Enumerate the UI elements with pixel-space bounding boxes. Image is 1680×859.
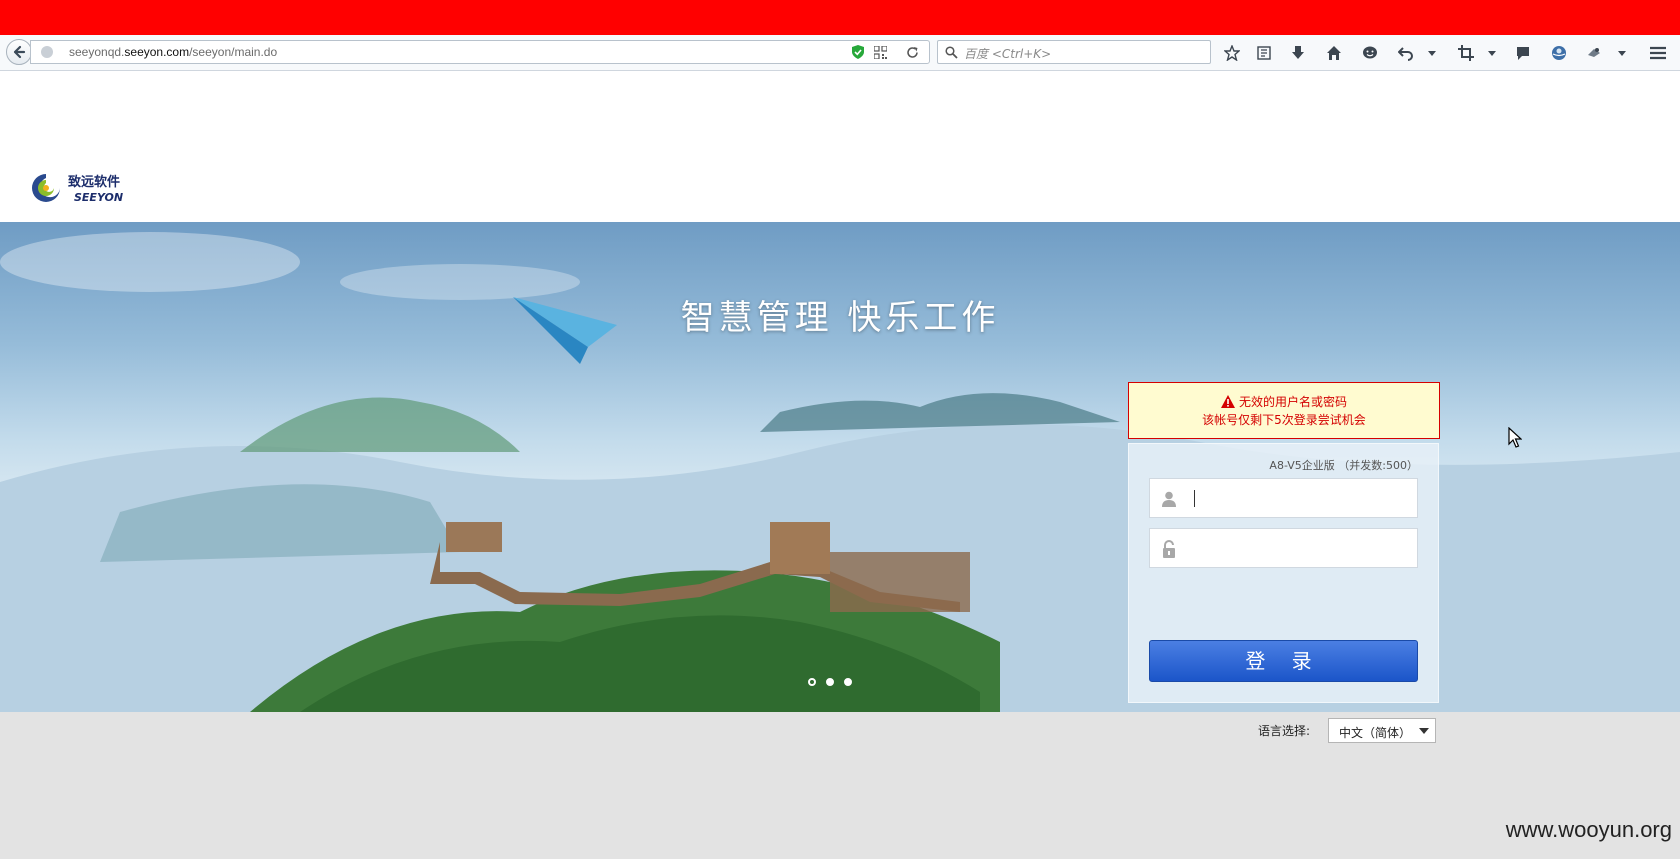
crop-screenshot-icon[interactable] xyxy=(1456,43,1476,63)
chat-smiley-icon[interactable] xyxy=(1360,43,1380,63)
username-field[interactable] xyxy=(1149,478,1418,518)
user-icon xyxy=(1160,489,1178,509)
home-icon[interactable] xyxy=(1324,43,1344,63)
crop-dropdown-icon[interactable] xyxy=(1487,43,1497,63)
url-prefix: seeyonqd. xyxy=(69,45,125,59)
svg-text:致远软件: 致远软件 xyxy=(68,174,120,190)
site-identity-icon[interactable] xyxy=(41,46,53,58)
carousel-dot-3[interactable] xyxy=(844,678,852,686)
menu-icon[interactable] xyxy=(1648,43,1668,63)
extension-icon[interactable] xyxy=(1584,43,1604,63)
back-arrow-icon xyxy=(13,45,26,59)
mouse-cursor-icon xyxy=(1508,426,1523,453)
username-input[interactable] xyxy=(1188,485,1412,513)
language-label: 语言选择: xyxy=(1258,724,1311,738)
login-error-message: 无效的用户名或密码 该帐号仅剩下5次登录尝试机会 xyxy=(1128,382,1440,439)
reload-icon[interactable] xyxy=(905,45,919,59)
url-text: seeyonqd.seeyon.com/seeyon/main.do xyxy=(69,45,277,59)
undo-icon[interactable] xyxy=(1396,43,1416,63)
product-version: A8-V5企业版 （并发数:500） xyxy=(1269,459,1418,472)
logo-swirl-icon xyxy=(32,174,60,202)
banner-slogan: 智慧管理 快乐工作 xyxy=(680,298,1000,338)
login-panel: A8-V5企业版 （并发数:500） 登 录 xyxy=(1128,443,1439,703)
extension-dropdown-icon[interactable] xyxy=(1617,43,1627,63)
seeyon-logo: 致远软件 SEEYON xyxy=(29,171,139,207)
shield-icon[interactable] xyxy=(851,45,865,59)
search-placeholder: 百度 <Ctrl+K> xyxy=(964,47,1052,61)
language-select[interactable]: 中文（简体） xyxy=(1328,718,1436,743)
svg-text:SEEYON: SEEYON xyxy=(74,191,123,204)
watermark-text: www.wooyun.org xyxy=(1505,817,1672,842)
error-text-2: 该帐号仅剩下5次登录尝试机会 xyxy=(1202,413,1366,427)
warning-icon xyxy=(1220,395,1235,408)
error-text-1: 无效的用户名或密码 xyxy=(1238,395,1347,409)
login-button[interactable]: 登 录 xyxy=(1149,640,1418,682)
bookmark-star-icon[interactable] xyxy=(1222,43,1242,63)
url-host: seeyon.com xyxy=(124,45,190,59)
address-bar[interactable]: seeyonqd.seeyon.com/seeyon/main.do xyxy=(30,40,930,64)
reading-list-icon[interactable] xyxy=(1254,43,1274,63)
search-icon xyxy=(945,46,958,59)
window-titlebar xyxy=(0,0,1680,35)
chevron-down-icon xyxy=(1419,728,1429,734)
language-selected-value: 中文（简体） xyxy=(1339,726,1412,740)
search-bar[interactable]: 百度 <Ctrl+K> xyxy=(937,40,1211,64)
text-caret xyxy=(1194,490,1195,507)
globe-extension-icon[interactable] xyxy=(1549,43,1569,63)
download-icon[interactable] xyxy=(1288,43,1308,63)
url-path: /seeyon/main.do xyxy=(189,45,278,59)
footer-area: 语言选择: 中文（简体） www.wooyun.org xyxy=(0,712,1680,859)
carousel-dot-2[interactable] xyxy=(826,678,834,686)
back-button[interactable] xyxy=(6,39,32,65)
carousel-dot-1[interactable] xyxy=(808,678,816,686)
qr-code-icon[interactable] xyxy=(873,45,887,59)
carousel-dots xyxy=(808,678,852,686)
error-line-1: 无效的用户名或密码 xyxy=(1129,393,1439,411)
password-input[interactable] xyxy=(1188,535,1412,563)
password-field[interactable] xyxy=(1149,528,1418,568)
comment-icon[interactable] xyxy=(1513,43,1533,63)
browser-toolbar: seeyonqd.seeyon.com/seeyon/main.do 百度 <C… xyxy=(0,35,1680,71)
undo-dropdown-icon[interactable] xyxy=(1427,43,1437,63)
lock-icon xyxy=(1160,539,1178,559)
